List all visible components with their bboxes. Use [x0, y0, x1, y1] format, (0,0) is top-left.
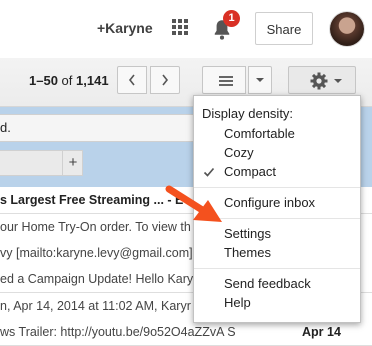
chevron-right-icon: [162, 74, 169, 86]
menu-item-settings[interactable]: Settings: [224, 225, 271, 243]
chevron-down-icon: [256, 78, 264, 82]
inbox-tabs-strip: +: [0, 150, 83, 176]
menu-item-configure-inbox[interactable]: Configure inbox: [224, 194, 315, 212]
newer-page-button[interactable]: [117, 66, 147, 94]
email-snippet: n, Apr 14, 2014 at 11:02 AM, Karyr: [0, 299, 191, 313]
search-result-strip: d.: [0, 114, 203, 142]
menu-item-send-feedback[interactable]: Send feedback: [224, 275, 311, 293]
apps-grid-icon[interactable]: [172, 19, 188, 35]
menu-divider: [194, 218, 360, 219]
menu-item-comfortable[interactable]: Comfortable: [224, 125, 295, 143]
email-snippet: vy [mailto:karyne.levy@gmail.com]: [0, 246, 193, 260]
email-snippet: our Home Try-On order. To view th: [0, 220, 191, 234]
add-tab-button[interactable]: +: [62, 151, 83, 175]
share-button[interactable]: Share: [255, 12, 313, 45]
split-pane-dropdown-button[interactable]: [248, 66, 272, 94]
gear-icon: [310, 72, 328, 90]
of-label: of: [61, 73, 73, 88]
top-bar: +Karyne 1 Share: [0, 0, 372, 58]
older-page-button[interactable]: [150, 66, 180, 94]
display-density-heading: Display density:: [202, 106, 294, 121]
notification-count-badge: 1: [223, 10, 240, 27]
google-plus-user-link[interactable]: +Karyne: [97, 20, 153, 36]
menu-divider: [194, 187, 360, 188]
email-snippet: ed a Campaign Update! Hello Kary: [0, 272, 194, 286]
total-count: 1,141: [76, 73, 109, 88]
menu-item-themes[interactable]: Themes: [224, 244, 271, 262]
menu-item-compact[interactable]: Compact: [224, 163, 276, 181]
menu-divider: [194, 268, 360, 269]
email-snippet: ws Trailer: http://youtu.be/9o52O4aZZvA …: [0, 325, 236, 339]
settings-dropdown-menu: Display density: Comfortable Cozy Compac…: [193, 95, 361, 323]
menu-item-cozy[interactable]: Cozy: [224, 144, 254, 162]
split-pane-icon: [219, 76, 233, 86]
pagination-info: 1–50 of 1,141: [29, 73, 109, 88]
chevron-left-icon: [128, 74, 135, 86]
checkmark-icon: [203, 167, 215, 177]
email-row[interactable]: ws Trailer: http://youtu.be/9o52O4aZZvA …: [0, 319, 372, 346]
email-snippet: s Largest Free Streaming ... - E: [0, 193, 184, 207]
split-pane-toggle-button[interactable]: [202, 66, 246, 94]
page-range: 1–50: [29, 73, 58, 88]
chevron-down-icon: [334, 79, 342, 83]
settings-gear-button[interactable]: [288, 66, 356, 94]
menu-item-help[interactable]: Help: [224, 294, 251, 312]
account-avatar[interactable]: [330, 12, 364, 46]
